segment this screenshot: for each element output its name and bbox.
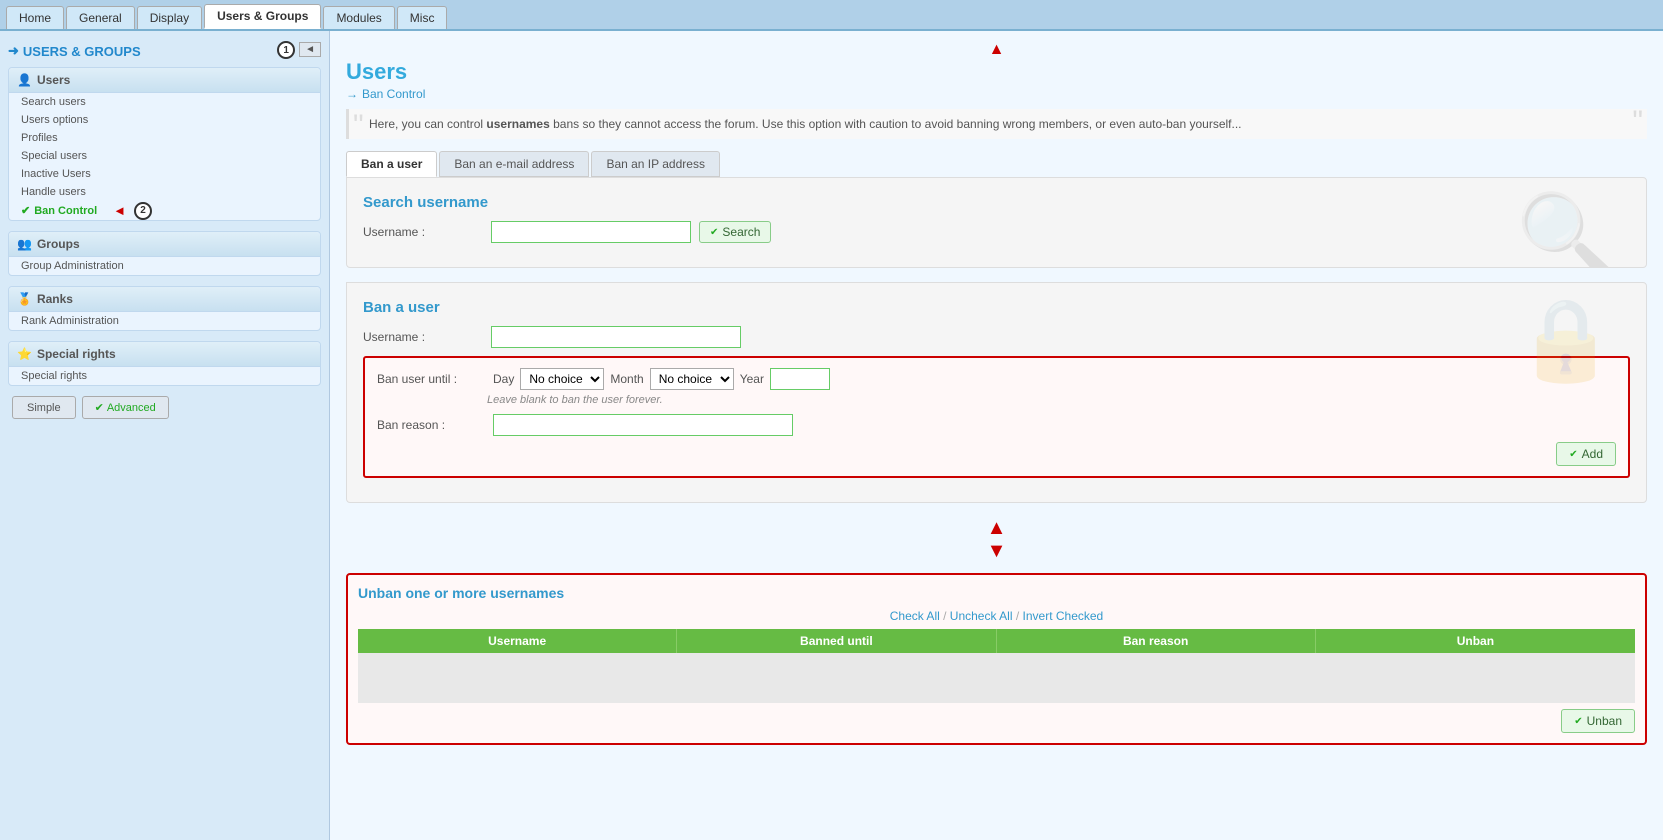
search-panel-title: Search username: [363, 194, 1630, 211]
sidebar-users-section: 👤 Users Search users Users options Profi…: [8, 67, 321, 221]
arrow-up-icon: ▲: [987, 517, 1007, 540]
ban-until-box: Ban user until : Day No choice Month No …: [363, 356, 1630, 478]
uncheck-all-link[interactable]: Uncheck All: [950, 609, 1013, 623]
open-quote-icon: ": [353, 111, 364, 141]
sidebar-item-group-admin[interactable]: Group Administration: [9, 257, 320, 275]
unban-clearfix: Unban: [358, 703, 1635, 733]
sidebar-item-inactive-users[interactable]: Inactive Users: [9, 165, 320, 183]
sidebar-item-handle-users[interactable]: Handle users: [9, 183, 320, 201]
ban-username-label: Username :: [363, 330, 483, 344]
tab-home[interactable]: Home: [6, 6, 64, 29]
sidebar-special-rights-section: ⭐ Special rights Special rights: [8, 341, 321, 386]
search-username-row: Username : Search: [363, 221, 1630, 243]
day-label: Day: [493, 372, 514, 386]
annotation-1: 1: [277, 41, 295, 59]
red-double-arrow: ▲ ▼: [346, 517, 1647, 563]
ban-username-input[interactable]: [491, 326, 741, 348]
close-quote-icon: ": [1632, 107, 1643, 137]
ban-reason-label: Ban reason :: [377, 418, 487, 432]
unban-title: Unban one or more usernames: [358, 585, 1635, 601]
sidebar-item-ban-control[interactable]: Ban Control: [9, 201, 109, 220]
sidebar-item-search-users[interactable]: Search users: [9, 93, 320, 111]
sidebar-header: ➜ USERS & GROUPS: [8, 43, 141, 59]
separator-2: /: [1016, 609, 1023, 623]
add-button[interactable]: Add: [1556, 442, 1616, 466]
quote-text: Here, you can control usernames bans so …: [369, 117, 1242, 131]
sidebar-users-title: 👤 Users: [9, 68, 320, 93]
quote-block: " Here, you can control usernames bans s…: [346, 109, 1647, 139]
ban-user-title: Ban a user: [363, 299, 1630, 316]
ban-reason-input[interactable]: [493, 414, 793, 436]
unban-table-header: Username Banned until Ban reason Unban: [358, 629, 1635, 653]
sidebar-ranks-title: 🏅 Ranks: [9, 287, 320, 312]
sidebar-item-profiles[interactable]: Profiles: [9, 129, 320, 147]
check-links: Check All / Uncheck All / Invert Checked: [358, 609, 1635, 623]
tab-ban-email[interactable]: Ban an e-mail address: [439, 151, 589, 177]
top-nav: Home General Display Users & Groups Modu…: [0, 0, 1663, 31]
sidebar: ➜ USERS & GROUPS 1 ◄ 👤 Users Search user…: [0, 31, 330, 840]
tab-ban-ip[interactable]: Ban an IP address: [591, 151, 720, 177]
unban-button[interactable]: Unban: [1561, 709, 1635, 733]
col-banned-until: Banned until: [677, 629, 996, 653]
search-username-label: Username :: [363, 225, 483, 239]
sidebar-item-special-rights[interactable]: Special rights: [9, 367, 320, 385]
sidebar-header-label: USERS & GROUPS: [23, 44, 141, 59]
ban-user-panel: 🔒 Ban a user Username : Ban user until :…: [346, 282, 1647, 503]
tab-general[interactable]: General: [66, 6, 135, 29]
advanced-button[interactable]: Advanced: [82, 396, 169, 419]
year-input[interactable]: [770, 368, 830, 390]
sidebar-special-rights-title: ⭐ Special rights: [9, 342, 320, 367]
red-arrow-up-top: ▲: [989, 41, 1005, 59]
sidebar-item-users-options[interactable]: Users options: [9, 111, 320, 129]
sidebar-collapse-btn[interactable]: ◄: [299, 42, 321, 57]
page-subtitle: Ban Control: [346, 87, 1647, 101]
special-rights-icon: ⭐: [17, 347, 32, 361]
sidebar-item-special-users[interactable]: Special users: [9, 147, 320, 165]
unban-panel: Unban one or more usernames Check All / …: [346, 573, 1647, 745]
ban-until-row: Ban user until : Day No choice Month No …: [377, 368, 1616, 390]
users-icon: 👤: [17, 73, 32, 87]
annotation-2: 2: [134, 202, 152, 220]
simple-button[interactable]: Simple: [12, 396, 76, 419]
ranks-icon: 🏅: [17, 292, 32, 306]
page-title: Users: [346, 59, 1647, 85]
sidebar-buttons: Simple Advanced: [12, 396, 317, 419]
ban-until-label: Ban user until :: [377, 372, 487, 386]
main-content: ▲ Users Ban Control " Here, you can cont…: [330, 31, 1663, 840]
tab-display[interactable]: Display: [137, 6, 202, 29]
red-arrow-left: ◄: [113, 203, 126, 218]
unban-table-body: [358, 653, 1635, 703]
search-button[interactable]: Search: [699, 221, 771, 243]
tab-misc[interactable]: Misc: [397, 6, 448, 29]
day-select[interactable]: No choice: [520, 368, 604, 390]
tab-bar: Ban a user Ban an e-mail address Ban an …: [346, 151, 1647, 177]
ban-username-row: Username :: [363, 326, 1630, 348]
sidebar-groups-section: 👥 Groups Group Administration: [8, 231, 321, 276]
layout: ➜ USERS & GROUPS 1 ◄ 👤 Users Search user…: [0, 31, 1663, 840]
invert-checked-link[interactable]: Invert Checked: [1023, 609, 1104, 623]
sidebar-item-rank-admin[interactable]: Rank Administration: [9, 312, 320, 330]
separator-1: /: [943, 609, 950, 623]
search-username-input[interactable]: [491, 221, 691, 243]
year-label: Year: [740, 372, 764, 386]
col-unban: Unban: [1316, 629, 1635, 653]
tab-ban-user[interactable]: Ban a user: [346, 151, 437, 177]
sidebar-groups-title: 👥 Groups: [9, 232, 320, 257]
groups-icon: 👥: [17, 237, 32, 251]
check-all-link[interactable]: Check All: [890, 609, 940, 623]
month-label: Month: [610, 372, 643, 386]
sidebar-ranks-section: 🏅 Ranks Rank Administration: [8, 286, 321, 331]
col-ban-reason: Ban reason: [997, 629, 1316, 653]
ban-until-hint: Leave blank to ban the user forever.: [487, 394, 1616, 406]
ban-reason-row: Ban reason :: [377, 414, 1616, 436]
col-username: Username: [358, 629, 677, 653]
search-panel: 🔍 Search username Username : Search: [346, 177, 1647, 268]
add-clearfix: Add: [377, 436, 1616, 466]
tab-users-groups[interactable]: Users & Groups: [204, 4, 321, 29]
tab-modules[interactable]: Modules: [323, 6, 394, 29]
arrow-icon: ➜: [8, 43, 19, 59]
month-select[interactable]: No choice: [650, 368, 734, 390]
arrow-down-icon: ▼: [987, 540, 1007, 563]
